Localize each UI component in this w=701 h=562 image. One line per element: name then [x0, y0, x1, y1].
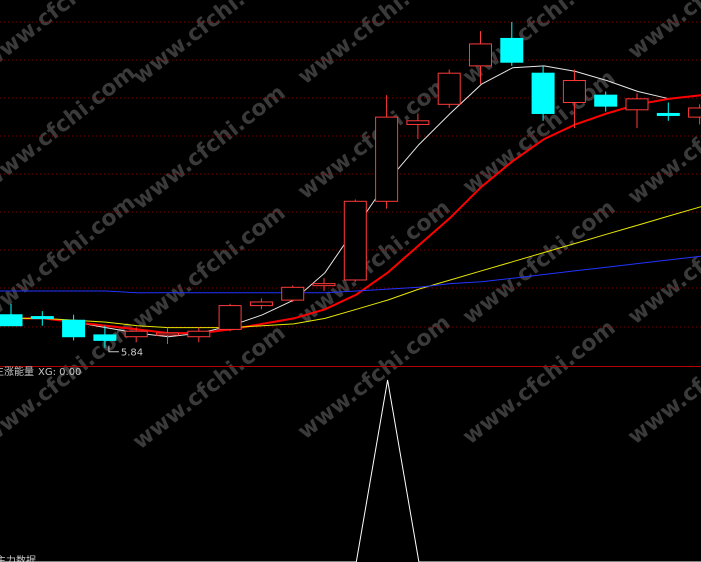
candle: [281, 285, 305, 302]
watermark-text: www.cfchi.com: [623, 0, 701, 65]
watermark-text: www.cfchi.com: [623, 315, 701, 449]
chart-stage: www.cfchi.com www.cfchi.com www.cfchi.com w…: [0, 0, 701, 562]
watermark-text: www.cfchi.com: [128, 200, 290, 334]
candle-body-up: [469, 43, 492, 67]
stock-chart: www.cfchi.comwww.cfchi.com www.cfchi.com w…: [0, 0, 701, 562]
watermark-text: www.cfchi.com: [623, 195, 701, 329]
candle-body-up: [437, 72, 461, 105]
candle-body-up: [187, 330, 211, 338]
candle-body-down: [93, 334, 117, 341]
candle-body-up: [281, 286, 305, 301]
watermark-text: www.cfchi.com: [0, 190, 140, 324]
candle-body-down: [0, 314, 23, 327]
watermark-text: www.cfchi.com: [293, 70, 455, 204]
indicator-value: XG: 0.00: [38, 367, 81, 378]
candle-body-up: [156, 332, 179, 336]
indicator-legend: 主涨能量 XG: 0.00: [0, 365, 81, 378]
watermark-text: www.cfchi.com: [0, 0, 140, 75]
candle-body-up: [249, 301, 273, 307]
candle: [218, 303, 242, 332]
candle: [30, 311, 54, 326]
candle-body-up: [625, 98, 649, 111]
candle-body-up: [343, 200, 367, 281]
candle: [688, 104, 701, 125]
candle-body-up: [406, 120, 430, 125]
candle-body-up: [124, 330, 148, 338]
watermark-text: www.cfchi.com: [128, 80, 290, 214]
watermark-text: www.cfchi.com: [0, 60, 140, 194]
candle-body-down: [30, 316, 54, 320]
watermark-text: www.cfchi.com: [128, 0, 290, 90]
watermark-text: www.cfchi.com: [458, 315, 620, 449]
watermark-text: www.cfchi.com: [293, 195, 455, 329]
candle: [531, 65, 555, 121]
watermark-text: www.cfchi.com: [128, 320, 290, 454]
watermark-text: www.cfchi.com: [293, 310, 455, 444]
low-price-label: 5.84: [121, 348, 143, 359]
candle-body-down: [500, 37, 524, 63]
candle-body-up: [312, 283, 336, 287]
indicator-bottom-label: 主力数据: [0, 554, 36, 562]
candle-body-down: [62, 319, 86, 338]
candle-body-up: [375, 116, 399, 202]
candle-body-up: [562, 80, 586, 103]
candle-body-down: [531, 72, 555, 114]
candle: [656, 102, 680, 121]
candle: [437, 69, 461, 108]
indicator-name: 主涨能量: [0, 365, 34, 378]
candle-body-down: [656, 112, 680, 116]
candle-body-up: [218, 305, 242, 330]
watermark-text: www.cfchi.com: [458, 195, 620, 329]
candle: [62, 314, 86, 341]
candle-body-down: [594, 94, 618, 107]
candle: [249, 298, 273, 310]
candle-body-up: [688, 107, 701, 118]
candle: [625, 93, 649, 129]
candle: [187, 327, 211, 343]
candle: [343, 199, 367, 282]
